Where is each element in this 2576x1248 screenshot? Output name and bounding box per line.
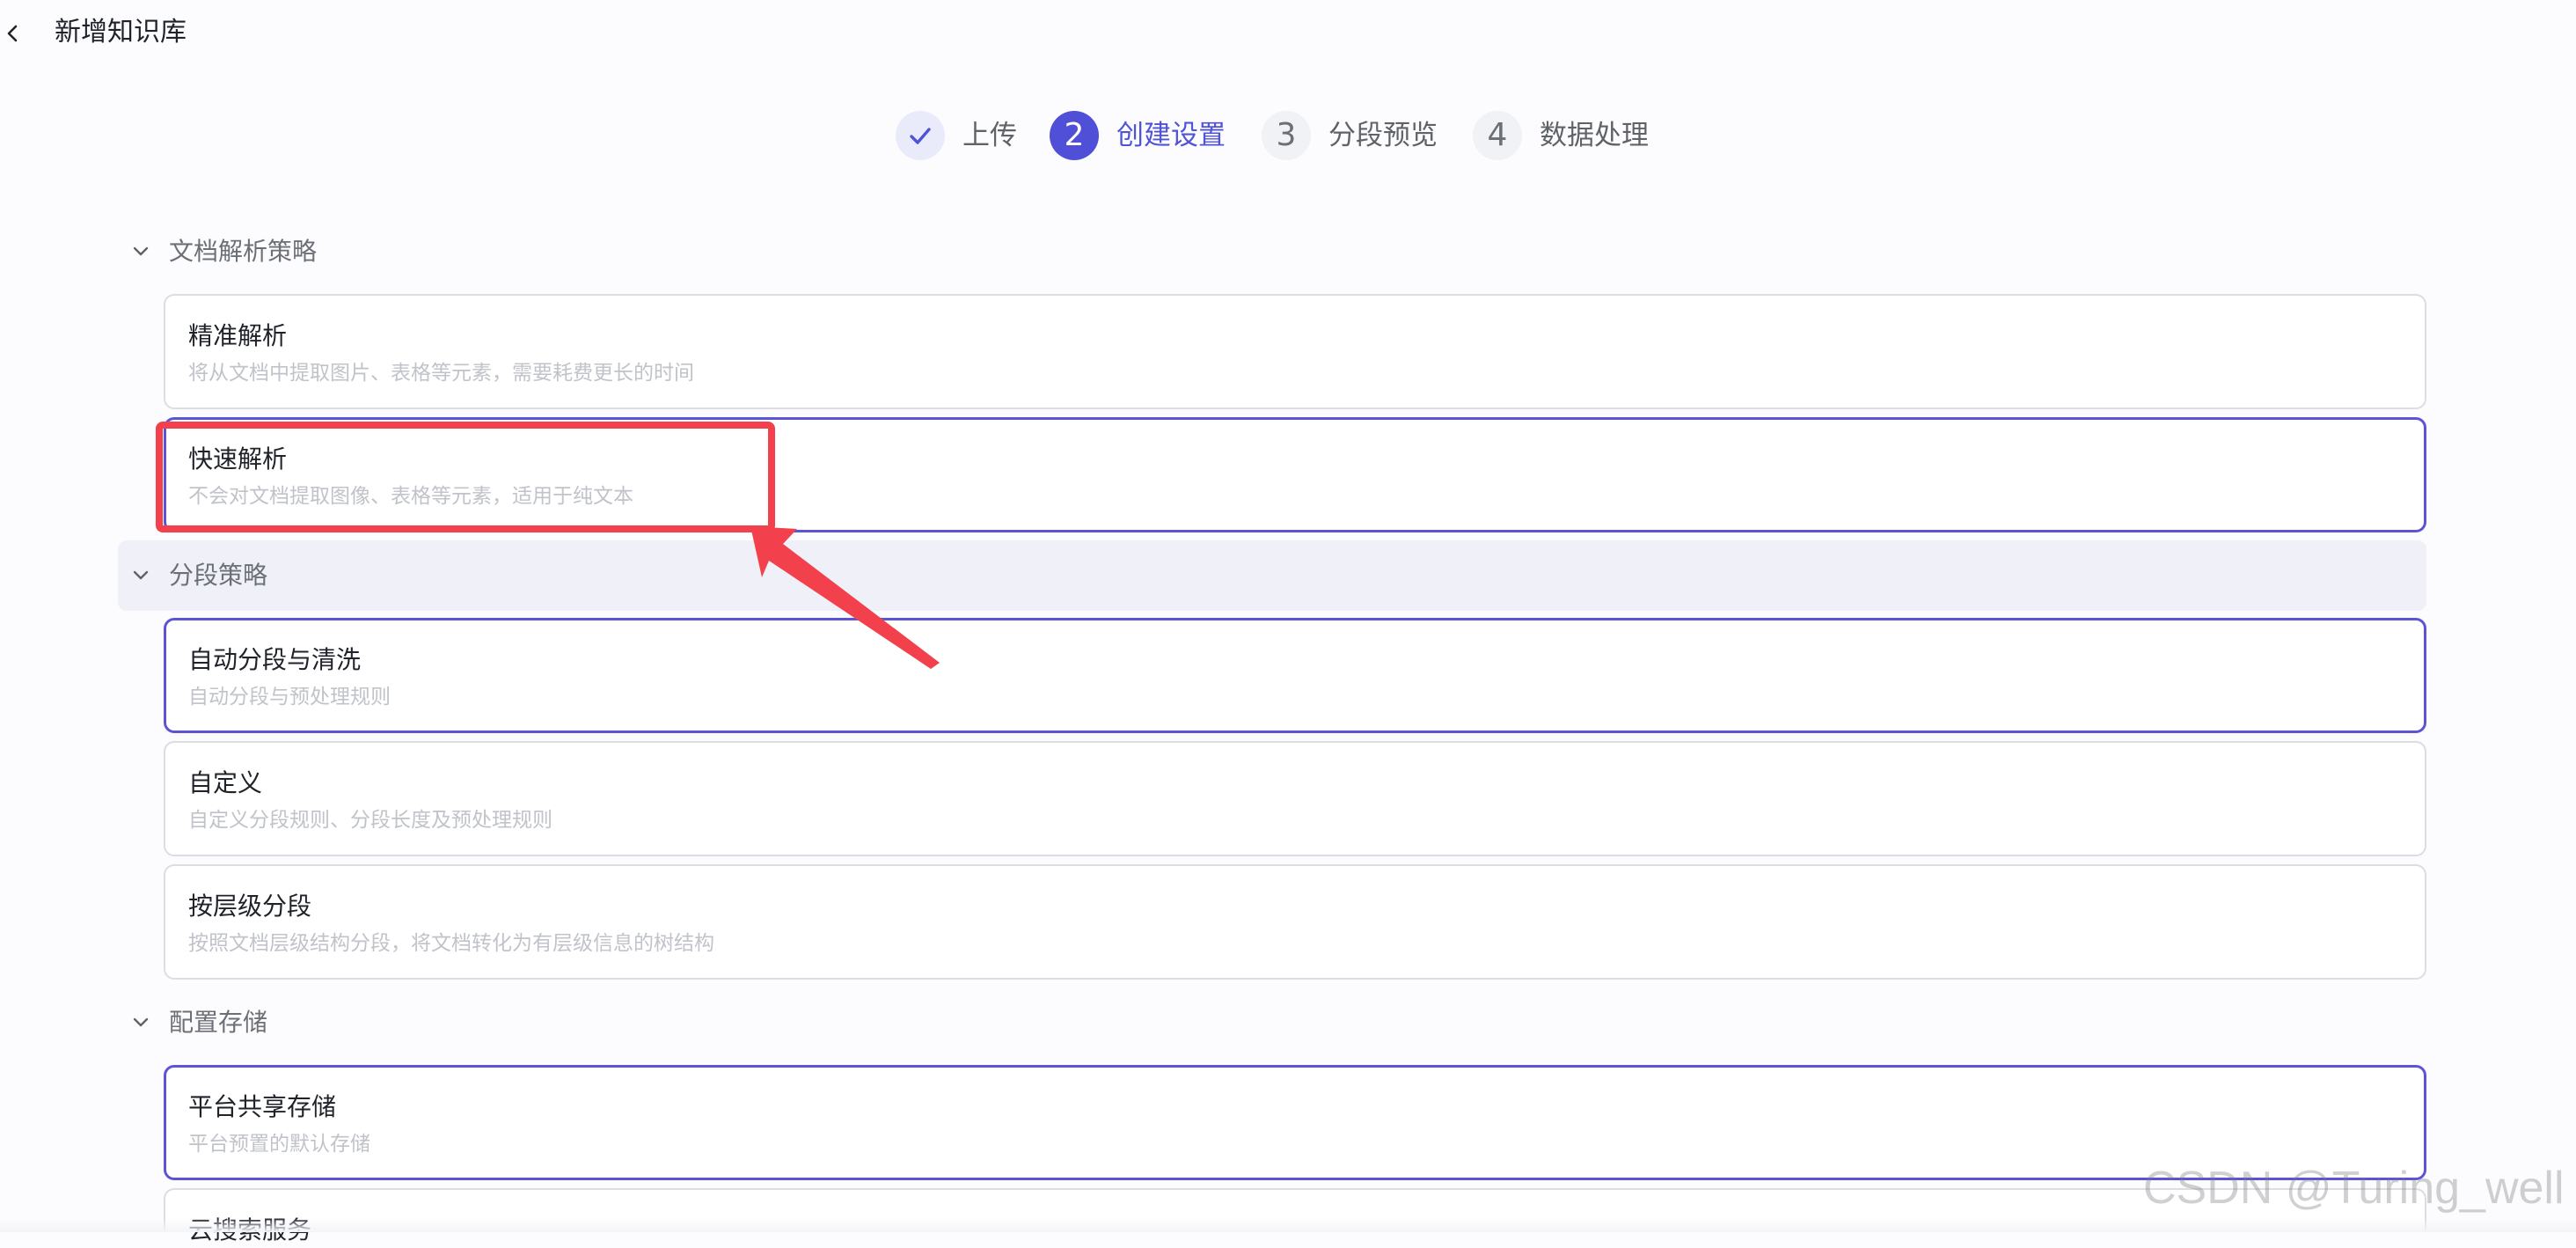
step-label: 分段预览 bbox=[1328, 120, 1438, 151]
option-description: 平台预置的默认存储 bbox=[188, 1133, 370, 1156]
section-header-segmentation[interactable]: 分段策略 bbox=[118, 540, 2426, 611]
section-title: 配置存储 bbox=[169, 1008, 268, 1037]
back-button[interactable] bbox=[0, 16, 26, 51]
section-header-parsing[interactable]: 文档解析策略 bbox=[118, 217, 2426, 287]
option-title: 平台共享存储 bbox=[188, 1092, 337, 1121]
check-icon bbox=[910, 128, 931, 144]
step-number: 4 bbox=[1473, 111, 1522, 160]
step-label: 数据处理 bbox=[1540, 120, 1649, 151]
option-title: 自定义 bbox=[188, 768, 263, 797]
step-create-settings[interactable]: 2 创建设置 bbox=[1050, 109, 1226, 162]
option-title: 精准解析 bbox=[188, 321, 288, 350]
chevron-left-icon bbox=[7, 25, 18, 42]
option-title: 自动分段与清洗 bbox=[188, 645, 362, 674]
steps-indicator: 上传 2 创建设置 3 分段预览 4 数据处理 bbox=[0, 109, 2576, 162]
step-label: 创建设置 bbox=[1116, 120, 1226, 151]
page-title: 新增知识库 bbox=[55, 17, 187, 48]
step-upload[interactable]: 上传 bbox=[896, 109, 1017, 162]
watermark: CSDN @Turing_well bbox=[2143, 1163, 2565, 1214]
section-title: 分段策略 bbox=[169, 561, 268, 590]
step-data-processing[interactable]: 4 数据处理 bbox=[1473, 109, 1649, 162]
option-title: 快速解析 bbox=[188, 444, 288, 474]
option-hierarchy-segment[interactable]: 按层级分段 按照文档层级结构分段，将文档转化为有层级信息的树结构 bbox=[164, 864, 2426, 980]
option-description: 自动分段与预处理规则 bbox=[188, 686, 391, 708]
section-header-storage[interactable]: 配置存储 bbox=[118, 987, 2426, 1058]
option-description: 自定义分段规则、分段长度及预处理规则 bbox=[188, 809, 553, 832]
option-description: 将从文档中提取图片、表格等元素，需要耗费更长的时间 bbox=[188, 362, 694, 385]
option-description: 不会对文档提取图像、表格等元素，适用于纯文本 bbox=[188, 485, 633, 508]
bottom-fade bbox=[0, 1218, 2576, 1232]
chevron-down-icon bbox=[125, 1007, 157, 1039]
option-precise-parsing[interactable]: 精准解析 将从文档中提取图片、表格等元素，需要耗费更长的时间 bbox=[164, 294, 2426, 409]
option-auto-segment[interactable]: 自动分段与清洗 自动分段与预处理规则 bbox=[164, 618, 2426, 733]
chevron-down-icon bbox=[125, 560, 157, 591]
option-description: 按照文档层级结构分段，将文档转化为有层级信息的树结构 bbox=[188, 932, 714, 955]
option-platform-storage[interactable]: 平台共享存储 平台预置的默认存储 bbox=[164, 1065, 2426, 1180]
option-custom-segment[interactable]: 自定义 自定义分段规则、分段长度及预处理规则 bbox=[164, 741, 2426, 856]
option-fast-parsing[interactable]: 快速解析 不会对文档提取图像、表格等元素，适用于纯文本 bbox=[164, 417, 2426, 532]
step-label: 上传 bbox=[962, 120, 1017, 151]
step-number: 2 bbox=[1050, 111, 1099, 160]
chevron-down-icon bbox=[125, 236, 157, 268]
option-title: 按层级分段 bbox=[188, 892, 312, 921]
top-bar: 新增知识库 bbox=[0, 0, 2576, 67]
step-segment-preview[interactable]: 3 分段预览 bbox=[1262, 109, 1438, 162]
section-title: 文档解析策略 bbox=[169, 237, 318, 266]
step-done-marker bbox=[896, 111, 945, 160]
step-number: 3 bbox=[1262, 111, 1311, 160]
